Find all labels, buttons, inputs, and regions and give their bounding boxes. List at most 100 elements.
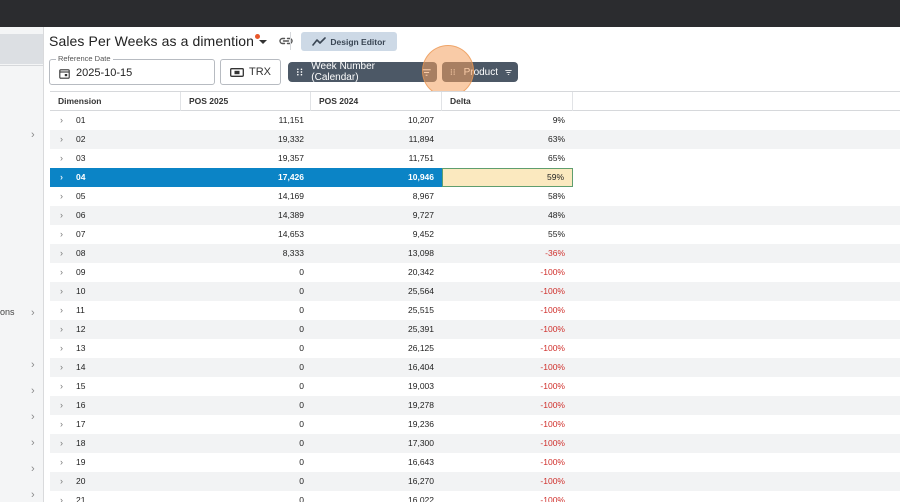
delta-cell[interactable]: 65% — [442, 149, 573, 168]
dimension-cell[interactable]: › 05 — [50, 187, 181, 206]
table-row[interactable]: › 03 19,357 11,751 65% — [50, 149, 900, 168]
column-header-delta[interactable]: Delta — [442, 92, 573, 111]
design-editor-button[interactable]: Design Editor — [301, 32, 397, 51]
pos-2025-cell[interactable]: 0 — [181, 453, 311, 472]
week-number-chip[interactable]: Week Number (Calendar) — [288, 61, 437, 83]
expand-row-icon[interactable]: › — [60, 301, 63, 320]
filter-icon[interactable] — [422, 68, 431, 77]
dimension-cell[interactable]: › 08 — [50, 244, 181, 263]
expand-row-icon[interactable]: › — [60, 225, 63, 244]
delta-cell[interactable]: -100% — [442, 358, 573, 377]
pos-2024-cell[interactable]: 17,300 — [311, 434, 442, 453]
pos-2024-cell[interactable]: 20,342 — [311, 263, 442, 282]
calendar-icon[interactable] — [59, 68, 70, 79]
left-nav-selected-item[interactable] — [0, 34, 43, 64]
delta-cell[interactable]: -100% — [442, 415, 573, 434]
delta-cell[interactable]: -100% — [442, 263, 573, 282]
dimension-cell[interactable]: › 09 — [50, 263, 181, 282]
pos-2024-cell[interactable]: 11,894 — [311, 130, 442, 149]
table-row[interactable]: › 04 17,426 10,946 59% — [50, 168, 900, 187]
table-row[interactable]: › 21 0 16,022 -100% — [50, 491, 900, 502]
pos-2025-cell[interactable]: 0 — [181, 339, 311, 358]
pos-2024-cell[interactable]: 9,452 — [311, 225, 442, 244]
pos-2025-cell[interactable]: 0 — [181, 377, 311, 396]
pos-2025-cell[interactable]: 0 — [181, 282, 311, 301]
product-chip[interactable]: Product — [442, 62, 518, 82]
chevron-right-icon[interactable]: › — [31, 130, 35, 141]
expand-row-icon[interactable]: › — [60, 111, 63, 130]
pos-2024-cell[interactable]: 19,278 — [311, 396, 442, 415]
dimension-cell[interactable]: › 04 — [50, 168, 181, 187]
pos-2025-cell[interactable]: 0 — [181, 434, 311, 453]
column-header-pos-2025[interactable]: POS 2025 — [181, 92, 311, 111]
pos-2025-cell[interactable]: 11,151 — [181, 111, 311, 130]
drag-handle-icon[interactable] — [450, 67, 456, 77]
delta-cell[interactable]: 48% — [442, 206, 573, 225]
dimension-cell[interactable]: › 12 — [50, 320, 181, 339]
delta-cell[interactable]: 9% — [442, 111, 573, 130]
pos-2025-cell[interactable]: 0 — [181, 472, 311, 491]
page-title[interactable]: Sales Per Weeks as a dimention — [49, 33, 254, 49]
expand-row-icon[interactable]: › — [60, 168, 63, 187]
pos-2025-cell[interactable]: 14,169 — [181, 187, 311, 206]
expand-row-icon[interactable]: › — [60, 434, 63, 453]
expand-row-icon[interactable]: › — [60, 263, 63, 282]
dimension-cell[interactable]: › 18 — [50, 434, 181, 453]
expand-row-icon[interactable]: › — [60, 149, 63, 168]
dimension-cell[interactable]: › 13 — [50, 339, 181, 358]
pos-2025-cell[interactable]: 0 — [181, 263, 311, 282]
table-row[interactable]: › 07 14,653 9,452 55% — [50, 225, 900, 244]
pos-2024-cell[interactable]: 16,270 — [311, 472, 442, 491]
pos-2024-cell[interactable]: 9,727 — [311, 206, 442, 225]
column-header-pos-2024[interactable]: POS 2024 — [311, 92, 442, 111]
dimension-cell[interactable]: › 20 — [50, 472, 181, 491]
table-row[interactable]: › 10 0 25,564 -100% — [50, 282, 900, 301]
dimension-cell[interactable]: › 19 — [50, 453, 181, 472]
delta-cell[interactable]: -36% — [442, 244, 573, 263]
pos-2024-cell[interactable]: 10,946 — [311, 168, 442, 187]
pos-2024-cell[interactable]: 16,643 — [311, 453, 442, 472]
dimension-cell[interactable]: › 07 — [50, 225, 181, 244]
delta-cell[interactable]: -100% — [442, 472, 573, 491]
left-nav-label[interactable]: ons — [0, 307, 15, 317]
pos-2024-cell[interactable]: 19,236 — [311, 415, 442, 434]
table-row[interactable]: › 09 0 20,342 -100% — [50, 263, 900, 282]
chevron-right-icon[interactable]: › — [31, 464, 35, 475]
table-row[interactable]: › 18 0 17,300 -100% — [50, 434, 900, 453]
expand-row-icon[interactable]: › — [60, 415, 63, 434]
pos-2024-cell[interactable]: 10,207 — [311, 111, 442, 130]
pos-2025-cell[interactable]: 0 — [181, 415, 311, 434]
expand-row-icon[interactable]: › — [60, 396, 63, 415]
expand-row-icon[interactable]: › — [60, 282, 63, 301]
expand-row-icon[interactable]: › — [60, 320, 63, 339]
delta-cell[interactable]: -100% — [442, 339, 573, 358]
delta-cell[interactable]: -100% — [442, 320, 573, 339]
dimension-cell[interactable]: › 15 — [50, 377, 181, 396]
pos-2024-cell[interactable]: 25,564 — [311, 282, 442, 301]
dimension-cell[interactable]: › 16 — [50, 396, 181, 415]
table-row[interactable]: › 05 14,169 8,967 58% — [50, 187, 900, 206]
dimension-cell[interactable]: › 01 — [50, 111, 181, 130]
pos-2025-cell[interactable]: 0 — [181, 358, 311, 377]
pos-2024-cell[interactable]: 13,098 — [311, 244, 442, 263]
dimension-cell[interactable]: › 10 — [50, 282, 181, 301]
expand-row-icon[interactable]: › — [60, 187, 63, 206]
delta-cell[interactable]: -100% — [442, 491, 573, 502]
chevron-right-icon[interactable]: › — [31, 386, 35, 397]
pos-2024-cell[interactable]: 16,022 — [311, 491, 442, 502]
table-row[interactable]: › 19 0 16,643 -100% — [50, 453, 900, 472]
pos-2025-cell[interactable]: 19,357 — [181, 149, 311, 168]
chevron-right-icon[interactable]: › — [31, 360, 35, 371]
expand-row-icon[interactable]: › — [60, 453, 63, 472]
title-dropdown-button[interactable] — [255, 34, 269, 47]
pos-2024-cell[interactable]: 11,751 — [311, 149, 442, 168]
dimension-cell[interactable]: › 06 — [50, 206, 181, 225]
pos-2025-cell[interactable]: 8,333 — [181, 244, 311, 263]
expand-row-icon[interactable]: › — [60, 206, 63, 225]
table-row[interactable]: › 17 0 19,236 -100% — [50, 415, 900, 434]
delta-cell[interactable]: 55% — [442, 225, 573, 244]
expand-row-icon[interactable]: › — [60, 377, 63, 396]
delta-cell[interactable]: 58% — [442, 187, 573, 206]
filter-icon[interactable] — [505, 68, 512, 77]
table-row[interactable]: › 16 0 19,278 -100% — [50, 396, 900, 415]
